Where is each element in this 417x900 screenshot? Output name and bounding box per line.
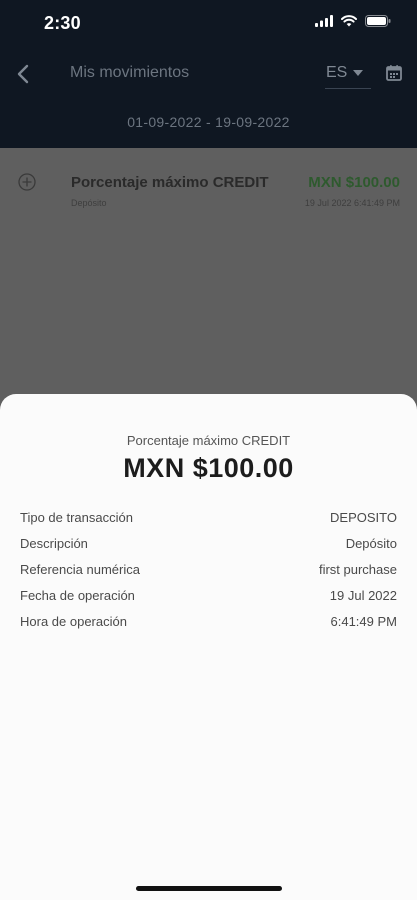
detail-row-transaction-type: Tipo de transacción DEPOSITO: [20, 510, 397, 530]
detail-row-operation-time: Hora de operación 6:41:49 PM: [20, 614, 397, 634]
detail-label: Hora de operación: [20, 614, 127, 629]
detail-label: Fecha de operación: [20, 588, 135, 603]
detail-label: Referencia numérica: [20, 562, 140, 577]
calendar-button[interactable]: [384, 63, 404, 83]
back-button[interactable]: [10, 60, 38, 88]
status-time: 2:30: [44, 13, 81, 33]
page-title: Mis movimientos: [70, 64, 190, 81]
plus-circle-icon: [18, 173, 36, 191]
detail-value: Depósito: [345, 536, 397, 551]
transaction-title: Porcentaje máximo CREDIT: [71, 174, 269, 191]
detail-row-operation-date: Fecha de operación 19 Jul 2022: [20, 588, 397, 608]
signal-icon: [315, 15, 333, 27]
home-indicator[interactable]: [136, 886, 282, 891]
transaction-detail-sheet: Porcentaje máximo CREDIT MXN $100.00 Tip…: [0, 394, 417, 900]
language-selector[interactable]: ES: [325, 62, 371, 89]
transaction-date: 19 Jul 2022 6:41:49 PM: [304, 198, 400, 208]
transaction-amount: MXN $100.00: [308, 174, 400, 191]
detail-label: Descripción: [20, 536, 88, 551]
transaction-row[interactable]: Porcentaje máximo CREDIT Depósito MXN $1…: [0, 158, 417, 208]
status-icons: [315, 15, 391, 27]
detail-value: 6:41:49 PM: [330, 614, 398, 629]
wifi-icon: [341, 15, 357, 27]
detail-value: 19 Jul 2022: [329, 588, 397, 603]
detail-value: first purchase: [318, 562, 397, 577]
chevron-left-icon: [17, 64, 29, 84]
language-label: ES: [326, 64, 348, 81]
status-bar: 2:30: [0, 0, 417, 46]
detail-label: Tipo de transacción: [20, 510, 133, 525]
transactions-list: Porcentaje máximo CREDIT Depósito MXN $1…: [0, 148, 417, 408]
app-header: 2:30 Mis movimientos ES 01-09-2022 - 19-…: [0, 0, 417, 148]
detail-value: DEPOSITO: [330, 510, 397, 525]
calendar-icon: [386, 65, 402, 81]
detail-title: Porcentaje máximo CREDIT: [126, 433, 291, 448]
detail-row-reference: Referencia numérica first purchase: [20, 562, 397, 582]
date-range-filter[interactable]: 01-09-2022 - 19-09-2022: [0, 114, 417, 130]
battery-icon: [365, 15, 391, 27]
transaction-type: Depósito: [71, 198, 107, 208]
nav-bar: Mis movimientos ES: [0, 52, 417, 96]
detail-amount: MXN $100.00: [123, 453, 294, 483]
detail-row-description: Descripción Depósito: [20, 536, 397, 556]
caret-down-icon: [353, 70, 363, 76]
